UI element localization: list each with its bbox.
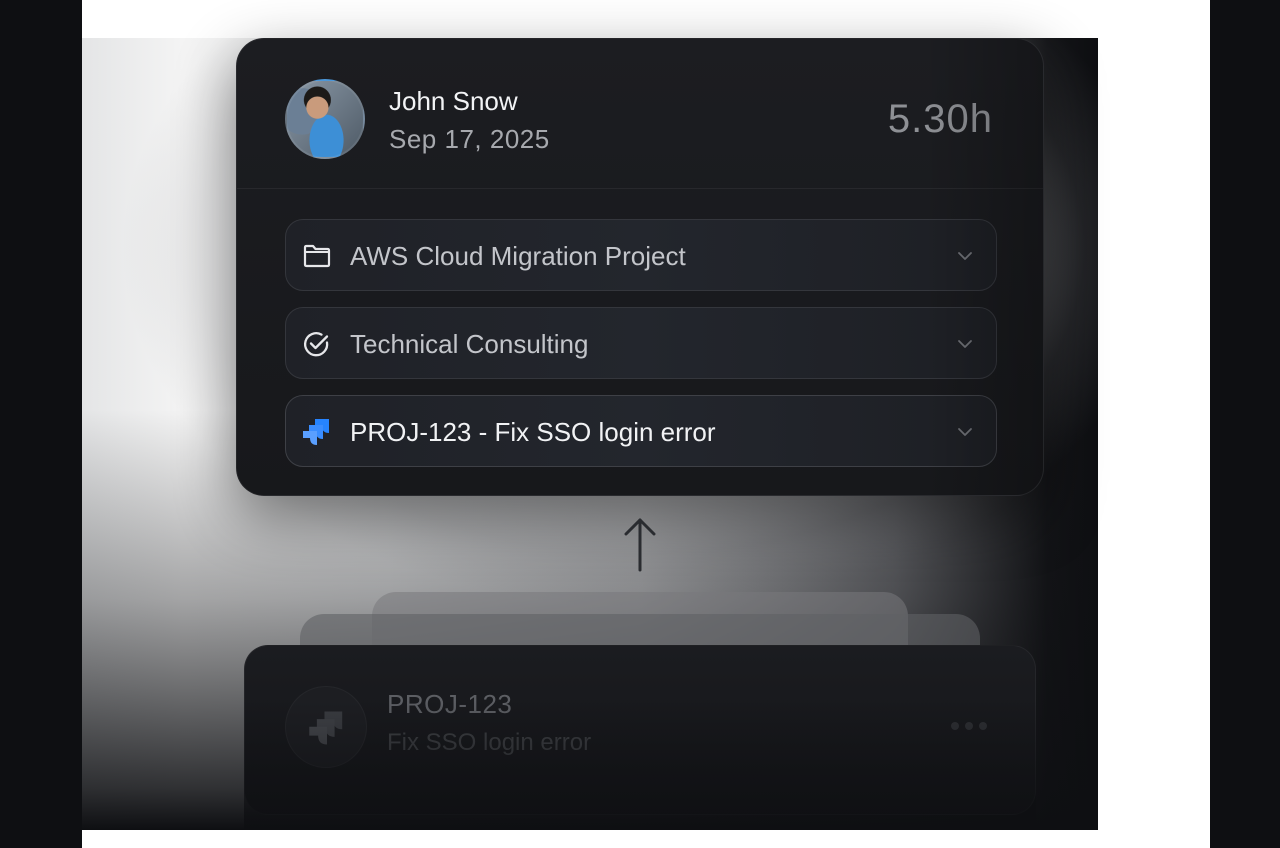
- folder-icon: [302, 242, 332, 270]
- more-options-icon[interactable]: [951, 716, 991, 736]
- hours-total: 5.30h: [887, 97, 993, 141]
- jira-icon: [302, 418, 332, 446]
- project-label: AWS Cloud Migration Project: [350, 241, 686, 271]
- chevron-down-icon: [956, 247, 974, 265]
- project-select[interactable]: AWS Cloud Migration Project: [285, 219, 997, 291]
- ticket-icon-badge: [285, 686, 367, 768]
- time-entry-card: John Snow Sep 17, 2025 5.30h AWS Cloud M…: [236, 38, 1044, 496]
- issue-label: PROJ-123 - Fix SSO login error: [350, 417, 716, 447]
- ticket-key: PROJ-123: [387, 689, 513, 719]
- user-name: John Snow: [389, 86, 518, 116]
- entry-date: Sep 17, 2025: [389, 124, 550, 154]
- activity-label: Technical Consulting: [350, 329, 589, 359]
- jira-icon: [308, 709, 346, 747]
- activity-select[interactable]: Technical Consulting: [285, 307, 997, 379]
- ticket-title: Fix SSO login error: [387, 729, 592, 756]
- chevron-down-icon: [956, 335, 974, 353]
- avatar[interactable]: [285, 79, 365, 159]
- entry-header: John Snow Sep 17, 2025 5.30h: [237, 39, 1043, 189]
- check-circle-icon: [302, 330, 332, 358]
- issue-select[interactable]: PROJ-123 - Fix SSO login error: [285, 395, 997, 467]
- ticket-card[interactable]: PROJ-123 Fix SSO login error: [244, 645, 1036, 815]
- arrow-up-icon: [624, 516, 656, 572]
- chevron-down-icon: [956, 423, 974, 441]
